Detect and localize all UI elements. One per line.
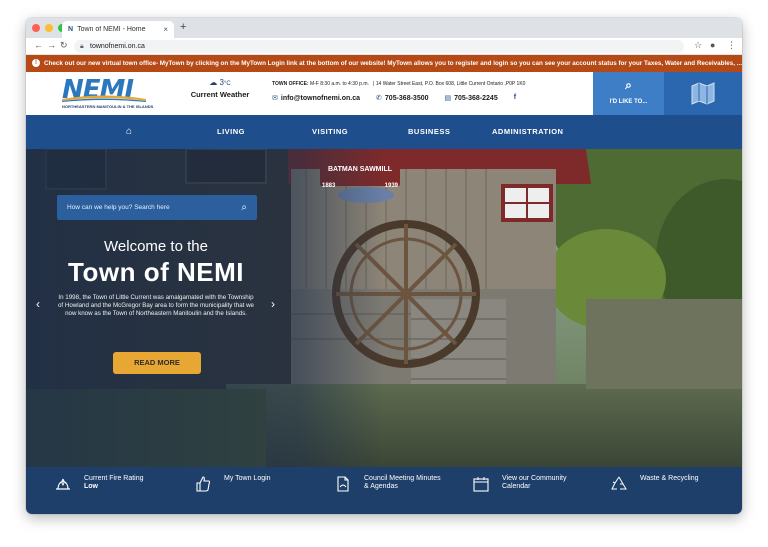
fax-text: 705-368-2245 xyxy=(454,95,498,102)
main-navigation: ⌂ LIVING VISITING BUSINESS ADMINISTRATIO… xyxy=(26,115,742,149)
tab-title: Town of NEMI - Home xyxy=(77,26,146,33)
nav-visiting[interactable]: VISITING xyxy=(312,115,348,149)
quick-link-label: Waste & Recycling xyxy=(640,475,699,482)
search-icon[interactable]: ⌕ xyxy=(241,195,247,220)
calendar-icon xyxy=(473,477,489,492)
sawmill-sign: BATMAN SAWMILL 1883 1939 xyxy=(322,166,398,189)
magnifier-icon: ⌕ xyxy=(625,78,632,92)
site-logo[interactable]: NEMI NORTHEASTERN MANITOULIN & THE ISLAN… xyxy=(62,77,154,111)
announcement-bar[interactable]: ! Check out our new virtual town office- … xyxy=(26,55,742,72)
envelope-icon: ✉ xyxy=(272,95,278,102)
quick-links-bar: Current Fire Rating Low My Town Login Cou… xyxy=(26,467,742,514)
browser-window: N Town of NEMI - Home × + ← → ↻ 🔒︎ towno… xyxy=(26,18,742,514)
office-hours: M-F 8:30 a.m. to 4:30 p.m. xyxy=(309,81,369,87)
map-button[interactable] xyxy=(664,72,742,115)
read-more-button[interactable]: READ MORE xyxy=(113,352,201,374)
weather-label: Current Weather xyxy=(190,90,250,99)
weather-widget[interactable]: ☁︎ 3°C Current Weather xyxy=(188,78,252,99)
logo-swoosh-icon xyxy=(62,95,146,102)
tab-strip: N Town of NEMI - Home × + xyxy=(26,18,742,38)
browser-tab[interactable]: N Town of NEMI - Home × xyxy=(62,21,174,38)
site-header: NEMI NORTHEASTERN MANITOULIN & THE ISLAN… xyxy=(26,72,742,115)
address-bar[interactable]: 🔒︎ townofnemi.on.ca xyxy=(74,40,684,53)
announcement-text: Check out our new virtual town office- M… xyxy=(44,60,742,67)
profile-icon[interactable]: ● xyxy=(710,40,715,50)
carousel-prev-icon[interactable]: ‹ xyxy=(36,297,40,311)
url-text: townofnemi.on.ca xyxy=(90,43,145,50)
search-placeholder: How can we help you? Search here xyxy=(67,204,170,211)
weather-unit: °C xyxy=(223,81,231,87)
thumbs-up-icon xyxy=(196,476,211,492)
welcome-intro: In 1998, the Town of Little Current was … xyxy=(57,294,255,317)
logo-subtext: NORTHEASTERN MANITOULIN & THE ISLANDS xyxy=(62,104,154,109)
nav-business[interactable]: BUSINESS xyxy=(408,115,450,149)
quick-link-mytown-login[interactable]: My Town Login xyxy=(194,475,271,493)
home-icon[interactable]: ⌂ xyxy=(126,115,133,149)
window-controls xyxy=(32,24,66,32)
quick-link-label: Council Meeting Minutes & Agendas xyxy=(364,475,441,490)
office-info: TOWN OFFICE: M-F 8:30 a.m. to 4:30 p.m. … xyxy=(272,81,525,87)
id-like-to-button[interactable]: ⌕ I'D LIKE TO... xyxy=(593,72,664,115)
new-tab-button[interactable]: + xyxy=(180,21,186,33)
nav-living[interactable]: LIVING xyxy=(217,115,245,149)
sign-year-1939: 1939 xyxy=(384,183,398,189)
bookmark-star-icon[interactable]: ☆ xyxy=(694,40,702,51)
back-icon[interactable]: ← xyxy=(34,40,43,50)
info-icon: ! xyxy=(32,59,40,68)
phone-text: 705-368-3500 xyxy=(384,95,429,102)
site-search-input[interactable]: How can we help you? Search here ⌕ xyxy=(57,195,257,220)
facebook-icon[interactable]: f xyxy=(514,94,516,102)
welcome-block: Welcome to the Town of NEMI In 1998, the… xyxy=(56,238,256,318)
carousel-next-icon[interactable]: › xyxy=(271,297,275,311)
close-window-button[interactable] xyxy=(32,24,40,32)
fax-info: ▤ 705-368-2245 xyxy=(445,94,498,102)
quick-link-label: View our Community Calendar xyxy=(502,475,567,490)
office-address: | 14 Water Street East, P.O. Box 608, Li… xyxy=(373,81,526,87)
tab-close-icon[interactable]: × xyxy=(163,25,168,34)
nav-administration[interactable]: ADMINISTRATION xyxy=(492,115,563,149)
email-text: info@townofnemi.on.ca xyxy=(280,95,361,102)
minimize-window-button[interactable] xyxy=(45,24,53,32)
fire-rating-icon xyxy=(56,478,70,490)
welcome-line-1: Welcome to the xyxy=(104,238,208,255)
recycle-icon xyxy=(611,476,627,490)
hero-banner: BATMAN SAWMILL 1883 1939 How can we help… xyxy=(26,149,742,467)
favicon-icon: N xyxy=(68,26,74,33)
forward-icon[interactable]: → xyxy=(47,40,56,50)
reload-icon[interactable]: ↻ xyxy=(60,40,68,51)
welcome-title: Town of NEMI xyxy=(68,257,244,287)
quick-link-fire-rating[interactable]: Current Fire Rating Low xyxy=(54,475,144,493)
quick-link-council-minutes[interactable]: Council Meeting Minutes & Agendas xyxy=(334,475,444,493)
lock-icon: 🔒︎ xyxy=(80,43,84,50)
phone-icon: ✆ xyxy=(376,95,382,102)
menu-dots-icon[interactable]: ⋮ xyxy=(727,40,736,51)
quick-link-label: My Town Login xyxy=(224,475,271,482)
quick-link-label: Current Fire Rating xyxy=(84,475,144,482)
browser-toolbar: ← → ↻ 🔒︎ townofnemi.on.ca ☆ ● ⋮ xyxy=(26,38,742,55)
email-link[interactable]: ✉ info@townofnemi.on.ca xyxy=(272,94,360,102)
office-label: TOWN OFFICE: xyxy=(272,81,309,87)
id-like-to-label: I'D LIKE TO... xyxy=(609,99,648,105)
fax-icon: ▤ xyxy=(444,95,452,102)
quick-link-community-calendar[interactable]: View our Community Calendar xyxy=(472,475,582,493)
contact-row: ✉ info@townofnemi.on.ca ✆ 705-368-3500 ▤ 70… xyxy=(272,94,516,102)
quick-link-waste-recycling[interactable]: Waste & Recycling xyxy=(610,475,698,493)
sign-year-1883: 1883 xyxy=(322,183,336,189)
sign-title: BATMAN SAWMILL xyxy=(327,166,393,173)
fire-rating-value: Low xyxy=(84,483,98,490)
map-icon xyxy=(691,82,715,105)
cloud-icon: ☁︎ xyxy=(209,78,218,87)
document-icon xyxy=(337,476,349,492)
phone-link[interactable]: ✆ 705-368-3500 xyxy=(376,94,428,102)
